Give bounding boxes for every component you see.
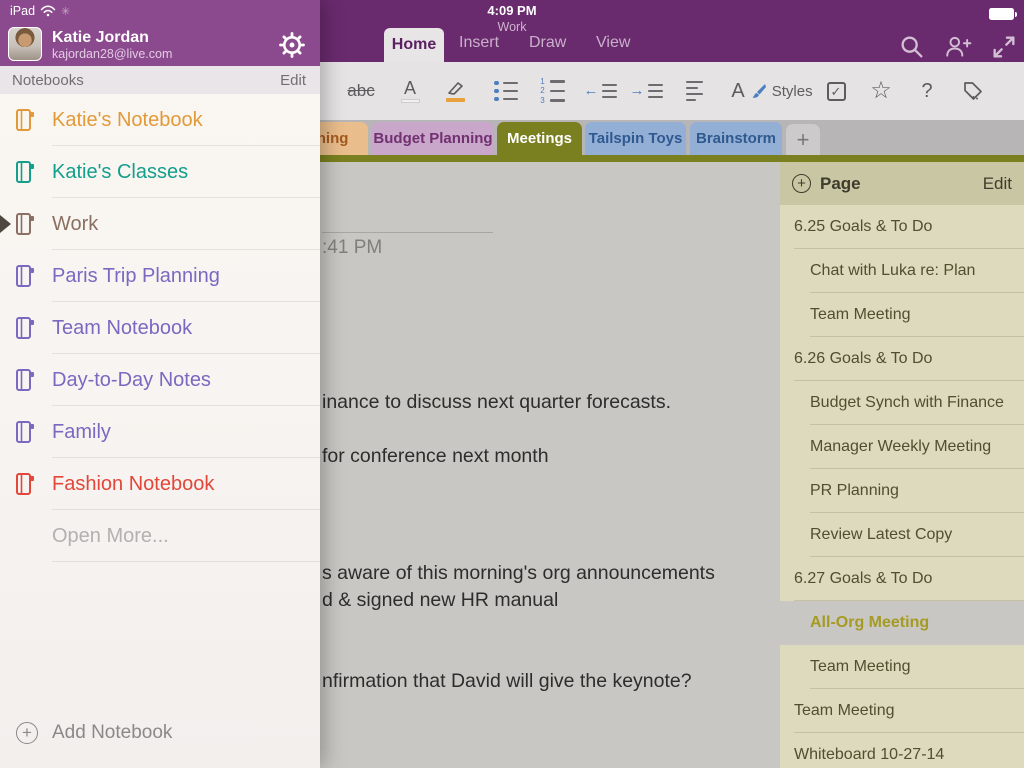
page-row[interactable]: 6.26 Goals & To Do bbox=[780, 337, 1024, 381]
section-tab-brainstorm[interactable]: Brainstorm bbox=[690, 122, 782, 155]
settings-gear-icon[interactable] bbox=[278, 31, 306, 59]
note-text-line: for conference next month bbox=[322, 445, 549, 468]
star-tag-button[interactable]: ☆ bbox=[858, 62, 904, 120]
notebooks-list: Katie's Notebook Katie's Classes Work Pa… bbox=[0, 94, 320, 562]
add-section-button[interactable]: + bbox=[786, 124, 820, 155]
page-edit-button[interactable]: Edit bbox=[983, 174, 1012, 194]
sidebar-header: iPad ✳ Katie Jordan kajordan28@live.com bbox=[0, 0, 320, 66]
notebook-icon bbox=[14, 472, 36, 496]
notebooks-title: Notebooks bbox=[12, 72, 84, 89]
wifi-icon bbox=[40, 5, 56, 17]
page-row[interactable]: Team Meeting bbox=[780, 293, 1024, 337]
page-row[interactable]: 6.27 Goals & To Do bbox=[780, 557, 1024, 601]
battery-icon bbox=[989, 8, 1014, 20]
styles-button[interactable]: A Styles bbox=[726, 62, 818, 120]
page-row[interactable]: Team Meeting bbox=[780, 645, 1024, 689]
notebook-row[interactable]: Katie's Classes bbox=[0, 146, 320, 198]
todo-checkbox-button[interactable]: ✓ bbox=[813, 62, 859, 120]
add-notebook-plus-icon: + bbox=[16, 722, 38, 744]
page-row[interactable]: Manager Weekly Meeting bbox=[780, 425, 1024, 469]
outdent-button[interactable]: ← bbox=[577, 62, 623, 120]
page-panel-header: + Page Edit bbox=[780, 162, 1024, 205]
add-page-button[interactable]: Page bbox=[820, 174, 861, 194]
page-title-underline bbox=[322, 232, 493, 233]
indent-button[interactable]: → bbox=[623, 62, 669, 120]
notebook-icon bbox=[14, 316, 36, 340]
page-row[interactable]: Team Meeting bbox=[780, 689, 1024, 733]
strikethrough-button[interactable]: abc bbox=[338, 62, 384, 120]
notebook-icon bbox=[14, 160, 36, 184]
sync-spinner-icon: ✳ bbox=[61, 5, 70, 18]
note-text-line: inance to discuss next quarter forecasts… bbox=[322, 391, 671, 414]
page-row[interactable]: Chat with Luka re: Plan bbox=[780, 249, 1024, 293]
notebook-icon bbox=[14, 108, 36, 132]
highlight-color-swatch bbox=[446, 98, 465, 102]
notebook-icon bbox=[14, 212, 36, 236]
tab-draw[interactable]: Draw bbox=[529, 34, 566, 52]
font-color-button[interactable]: A bbox=[387, 62, 433, 120]
star-icon: ☆ bbox=[870, 79, 892, 103]
tag-icon bbox=[962, 80, 984, 102]
question-tag-button[interactable]: ? bbox=[904, 62, 950, 120]
highlighter-button[interactable] bbox=[432, 62, 478, 120]
notebook-row[interactable]: Fashion Notebook bbox=[0, 458, 320, 510]
page-row[interactable]: Whiteboard 10-27-14 bbox=[780, 733, 1024, 768]
page-row[interactable]: PR Planning bbox=[780, 469, 1024, 513]
tab-insert[interactable]: Insert bbox=[459, 34, 499, 52]
checkbox-icon: ✓ bbox=[827, 82, 846, 101]
notebook-row[interactable]: Paris Trip Planning bbox=[0, 250, 320, 302]
paragraph-align-button[interactable] bbox=[671, 62, 717, 120]
notebook-row[interactable]: Family bbox=[0, 406, 320, 458]
font-color-swatch bbox=[401, 99, 420, 103]
tab-view[interactable]: View bbox=[596, 34, 630, 52]
onenote-app: 4:09 PM Work Home Insert Draw View abc bbox=[0, 0, 1024, 768]
current-notebook-arrow bbox=[0, 215, 11, 233]
notebook-row[interactable]: Katie's Notebook bbox=[0, 94, 320, 146]
search-icon[interactable] bbox=[898, 33, 926, 61]
open-more-button[interactable]: Open More... bbox=[0, 510, 320, 562]
bullet-list-button[interactable] bbox=[483, 62, 529, 120]
section-tab-meetings[interactable]: Meetings bbox=[497, 122, 582, 155]
notebook-icon bbox=[14, 264, 36, 288]
page-row[interactable]: Review Latest Copy bbox=[780, 513, 1024, 557]
notebook-row[interactable]: Team Notebook bbox=[0, 302, 320, 354]
section-tab-budget-planning[interactable]: Budget Planning bbox=[372, 122, 494, 155]
notebooks-list-header: Notebooks Edit bbox=[0, 66, 320, 94]
page-row[interactable]: 6.25 Goals & To Do bbox=[780, 205, 1024, 249]
notebooks-sidebar: iPad ✳ Katie Jordan kajordan28@live.com bbox=[0, 0, 320, 768]
note-canvas[interactable]: :41 PM inance to discuss next quarter fo… bbox=[320, 162, 780, 768]
notebook-icon bbox=[14, 368, 36, 392]
page-row-selected[interactable]: All-Org Meeting bbox=[768, 601, 1024, 645]
notebooks-edit-button[interactable]: Edit bbox=[280, 72, 306, 89]
page-list: 6.25 Goals & To Do Chat with Luka re: Pl… bbox=[780, 205, 1024, 768]
highlighter-icon bbox=[445, 80, 465, 96]
fullscreen-expand-icon[interactable] bbox=[990, 33, 1018, 61]
section-tab-tailspin-toys[interactable]: Tailspin Toys bbox=[585, 122, 686, 155]
add-page-icon[interactable]: + bbox=[792, 174, 811, 193]
notebook-icon bbox=[14, 420, 36, 444]
note-text-line: d & signed new HR manual bbox=[322, 589, 558, 612]
page-timestamp: :41 PM bbox=[322, 237, 382, 259]
notebook-row[interactable]: Day-to-Day Notes bbox=[0, 354, 320, 406]
add-notebook-button[interactable]: + Add Notebook bbox=[0, 708, 320, 758]
user-avatar[interactable] bbox=[8, 27, 42, 61]
style-brush-icon bbox=[750, 83, 767, 100]
numbered-list-button[interactable]: 1 2 3 bbox=[529, 62, 575, 120]
user-email: kajordan28@live.com bbox=[52, 47, 172, 61]
note-text-line: nfirmation that David will give the keyn… bbox=[322, 670, 692, 693]
page-row[interactable]: Budget Synch with Finance bbox=[780, 381, 1024, 425]
page-list-panel: + Page Edit 6.25 Goals & To Do Chat with… bbox=[780, 162, 1024, 768]
note-text-line: s aware of this morning's org announceme… bbox=[322, 562, 715, 585]
share-add-person-icon[interactable] bbox=[944, 33, 972, 61]
notebook-row-current[interactable]: Work bbox=[0, 198, 320, 250]
user-name: Katie Jordan bbox=[52, 29, 149, 47]
device-status: iPad ✳ bbox=[10, 4, 70, 18]
tab-home[interactable]: Home bbox=[384, 28, 444, 62]
more-tags-button[interactable] bbox=[950, 62, 996, 120]
